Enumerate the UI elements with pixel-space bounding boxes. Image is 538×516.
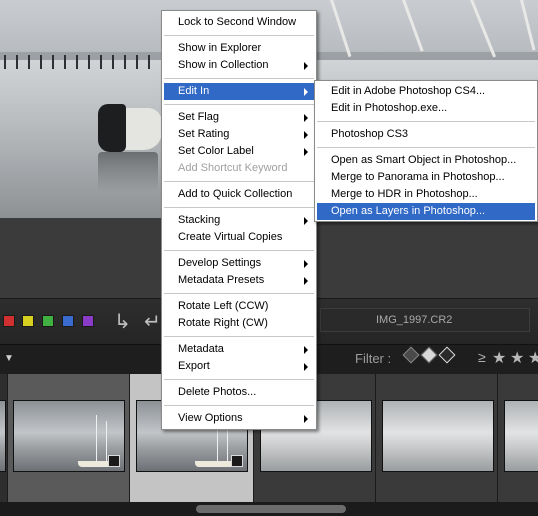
menu-item-show-in-explorer[interactable]: Show in Explorer: [164, 40, 314, 57]
submenu-arrow-icon: [304, 346, 308, 354]
color-label-red[interactable]: [3, 315, 15, 327]
submenu-item-merge-to-panorama[interactable]: Merge to Panorama in Photoshop...: [317, 169, 535, 186]
submenu-item-open-as-smart-object[interactable]: Open as Smart Object in Photoshop...: [317, 152, 535, 169]
boat-reflection: [98, 152, 158, 192]
thumbnail[interactable]: [0, 400, 6, 472]
menu-item-add-shortcut-keyword: Add Shortcut Keyword: [178, 162, 288, 174]
menu-item-create-virtual-copies[interactable]: Create Virtual Copies: [164, 229, 314, 246]
submenu-item-edit-in-photoshop-exe[interactable]: Edit in Photoshop.exe...: [317, 100, 535, 117]
filmstrip-cell[interactable]: [498, 374, 538, 502]
star-icon[interactable]: ★: [528, 348, 538, 368]
mast: [520, 0, 536, 51]
menu-item-view-options[interactable]: View Options: [164, 410, 314, 427]
boat-motor: [98, 104, 126, 152]
filter-label: Filter :: [355, 351, 392, 366]
menu-item-rotate-right[interactable]: Rotate Right (CW): [164, 315, 314, 332]
star-icon[interactable]: ★: [492, 348, 506, 368]
thumbnail[interactable]: [13, 400, 125, 472]
submenu-arrow-icon: [304, 217, 308, 225]
submenu-arrow-icon: [304, 88, 308, 96]
color-label-green[interactable]: [42, 315, 54, 327]
menu-item-set-rating[interactable]: Set Rating: [164, 126, 314, 143]
rotate-right-icon[interactable]: ↳: [114, 309, 131, 334]
context-menu: Lock to Second Window Show in Explorer S…: [161, 10, 317, 430]
filmstrip-scrollbar[interactable]: [0, 502, 538, 516]
rotate-left-icon[interactable]: ↵: [144, 309, 161, 334]
color-label-yellow[interactable]: [22, 315, 34, 327]
menu-item-delete-photos[interactable]: Delete Photos...: [164, 384, 314, 401]
submenu-item-open-as-layers[interactable]: Open as Layers in Photoshop...: [317, 203, 535, 220]
menu-item-rotate-left[interactable]: Rotate Left (CCW): [164, 298, 314, 315]
mast: [402, 0, 424, 52]
submenu-arrow-icon: [304, 277, 308, 285]
submenu-arrow-icon: [304, 260, 308, 268]
scrollbar-thumb[interactable]: [196, 505, 346, 513]
menu-item-add-to-quick-collection[interactable]: Add to Quick Collection: [164, 186, 314, 203]
submenu-arrow-icon: [304, 114, 308, 122]
edited-badge-icon: [231, 455, 243, 467]
color-label-blue[interactable]: [62, 315, 74, 327]
edited-badge-icon: [108, 455, 120, 467]
submenu-item-merge-to-hdr[interactable]: Merge to HDR in Photoshop...: [317, 186, 535, 203]
star-icon[interactable]: ★: [510, 348, 524, 368]
filmstrip-cell[interactable]: [376, 374, 498, 502]
menu-item-metadata[interactable]: Metadata: [164, 341, 314, 358]
menu-item-lock-to-second-window[interactable]: Lock to Second Window: [164, 14, 314, 31]
thumbnail[interactable]: [382, 400, 494, 472]
color-label-purple[interactable]: [82, 315, 94, 327]
mast: [470, 0, 497, 58]
edit-in-submenu: Edit in Adobe Photoshop CS4... Edit in P…: [314, 80, 538, 222]
submenu-arrow-icon: [304, 148, 308, 156]
menu-item-show-in-collection[interactable]: Show in Collection: [164, 57, 314, 74]
filename-label: IMG_1997.CR2: [376, 314, 453, 326]
submenu-item-photoshop-cs3[interactable]: Photoshop CS3: [317, 126, 535, 143]
menu-item-set-flag[interactable]: Set Flag: [164, 109, 314, 126]
menu-item-set-color-label[interactable]: Set Color Label: [164, 143, 314, 160]
submenu-arrow-icon: [304, 131, 308, 139]
submenu-item-edit-in-photoshop-cs4[interactable]: Edit in Adobe Photoshop CS4...: [317, 83, 535, 100]
filmstrip-caret-icon[interactable]: ▼: [4, 353, 14, 364]
menu-item-metadata-presets[interactable]: Metadata Presets: [164, 272, 314, 289]
rating-operator[interactable]: ≥: [478, 349, 486, 365]
submenu-arrow-icon: [304, 62, 308, 70]
menu-item-edit-in[interactable]: Edit In: [164, 83, 314, 100]
filmstrip-cell[interactable]: [8, 374, 130, 502]
menu-item-stacking[interactable]: Stacking: [164, 212, 314, 229]
pier: [0, 55, 160, 69]
filmstrip-cell[interactable]: [0, 374, 8, 502]
thumbnail[interactable]: [504, 400, 538, 472]
menu-item-develop-settings[interactable]: Develop Settings: [164, 255, 314, 272]
menu-item-export[interactable]: Export: [164, 358, 314, 375]
submenu-arrow-icon: [304, 363, 308, 371]
mast: [330, 0, 352, 58]
submenu-arrow-icon: [304, 415, 308, 423]
